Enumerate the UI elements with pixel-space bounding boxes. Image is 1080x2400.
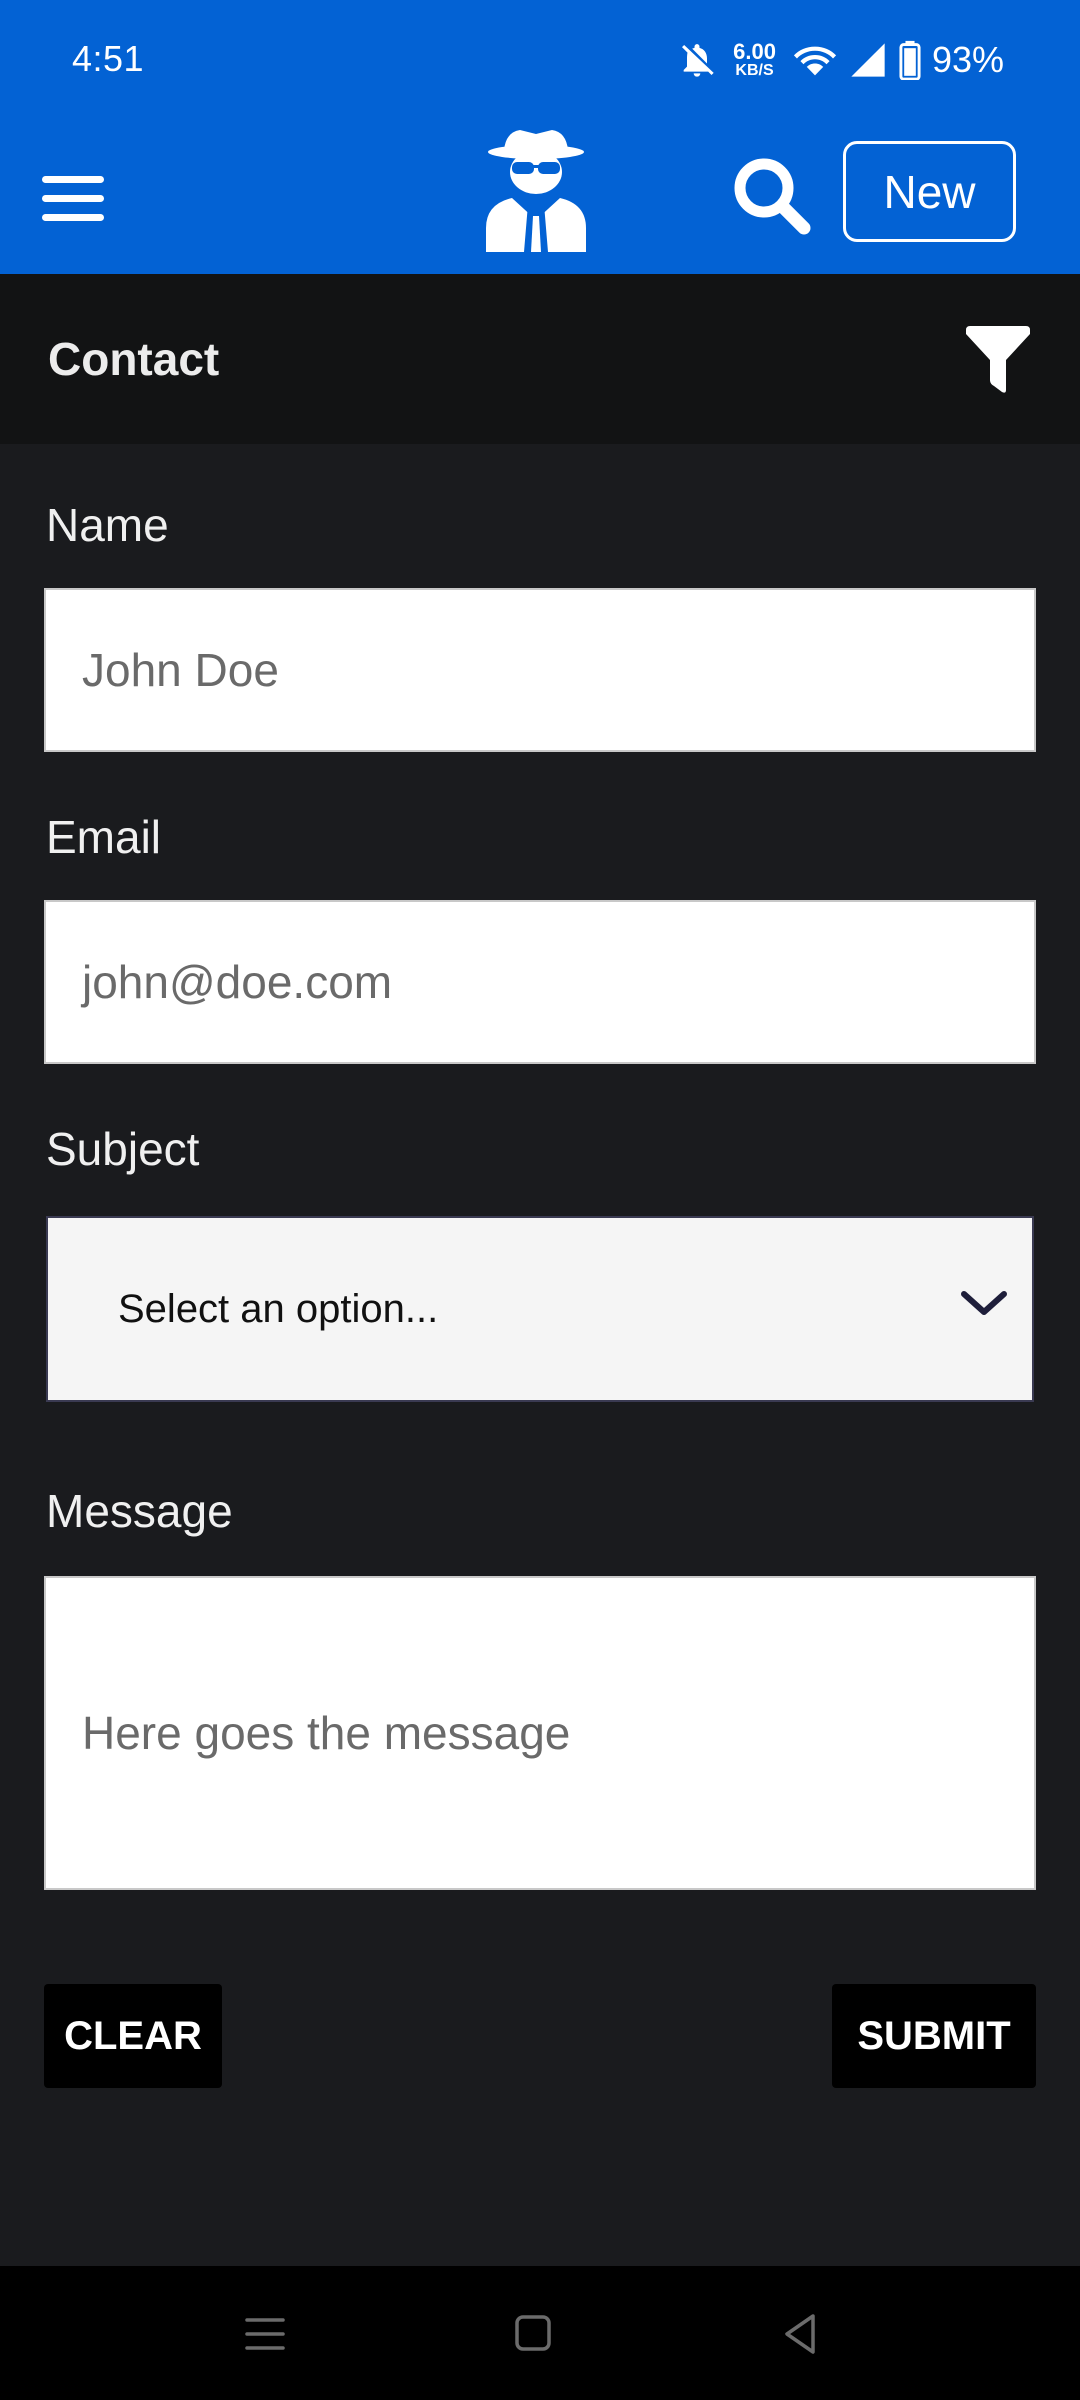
name-field[interactable]: John Doe — [44, 588, 1036, 752]
net-speed-unit: KB/S — [735, 62, 774, 79]
subject-select[interactable]: Select an option... — [46, 1216, 1034, 1402]
net-speed-value: 6.00 — [733, 39, 776, 64]
page-title: Contact — [48, 333, 220, 385]
submit-button[interactable]: SUBMIT — [832, 1984, 1036, 2088]
back-icon[interactable] — [773, 2306, 829, 2362]
battery-icon — [899, 40, 921, 80]
name-label: Name — [46, 499, 169, 551]
menu-icon[interactable] — [40, 172, 108, 226]
home-icon[interactable] — [505, 2306, 561, 2362]
filter-icon[interactable] — [962, 324, 1034, 396]
new-button[interactable]: New — [843, 141, 1016, 242]
subject-selected-value: Select an option... — [118, 1286, 439, 1331]
status-bar: 4:51 6.00 KB/S 93% — [0, 0, 1080, 124]
email-field[interactable]: john@doe.com — [44, 900, 1036, 1064]
email-label: Email — [46, 811, 162, 863]
email-placeholder: john@doe.com — [82, 956, 393, 1008]
net-speed: 6.00 KB/S — [733, 41, 776, 79]
battery-percent: 93% — [931, 39, 1004, 80]
name-placeholder: John Doe — [82, 644, 279, 696]
message-label: Message — [46, 1485, 233, 1537]
clear-button[interactable]: CLEAR — [44, 1984, 222, 2088]
search-icon[interactable] — [730, 154, 812, 236]
status-time: 4:51 — [72, 38, 145, 79]
subject-label: Subject — [46, 1123, 200, 1175]
message-placeholder: Here goes the message — [82, 1707, 571, 1759]
message-field[interactable]: Here goes the message — [44, 1576, 1036, 1890]
signal-icon — [851, 43, 885, 77]
recents-icon[interactable] — [237, 2306, 293, 2362]
wifi-icon — [793, 46, 837, 76]
bell-off-icon — [682, 44, 714, 77]
sub-header: Contact — [0, 274, 1080, 444]
spy-logo-icon — [486, 130, 586, 252]
status-icons: 6.00 KB/S 93% — [677, 36, 1004, 84]
system-nav-bar — [0, 2266, 1080, 2400]
chevron-down-icon — [961, 1291, 1007, 1315]
app-bar: New — [0, 124, 1080, 274]
